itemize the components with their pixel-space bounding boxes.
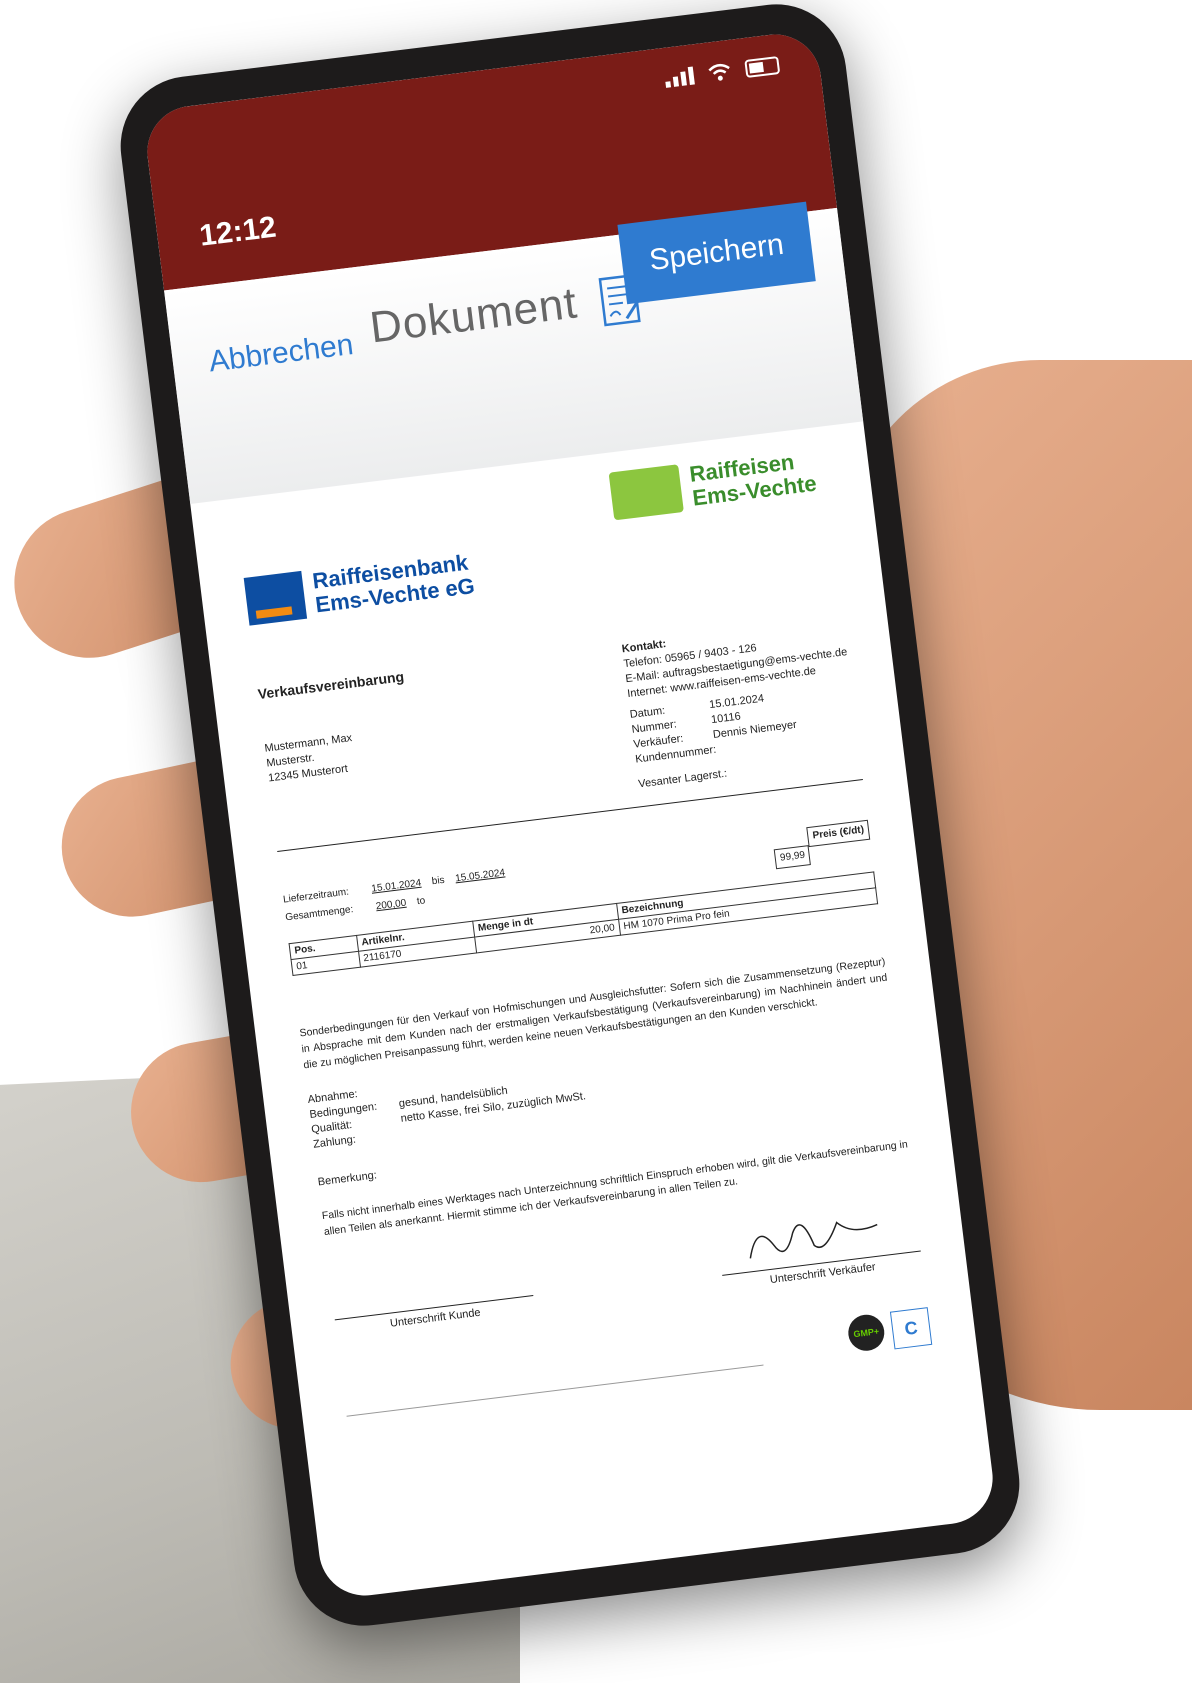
raiffeisen-logo-mark — [608, 464, 685, 521]
period-from: 15.01.2024 — [370, 877, 422, 895]
raiffeisenbank-logo-mark — [243, 570, 308, 626]
document-heading: Verkaufsvereinbarung — [256, 668, 405, 703]
raiffeisenbank-logo: Raiffeisenbank Ems-Vechte eG — [243, 550, 476, 626]
phone-screen: 12:12 Abbrechen Dokument Speichern Raiff… — [142, 29, 998, 1601]
recipient-address: Verkaufsvereinbarung Mustermann, Max Mus… — [256, 668, 421, 837]
battery-icon — [744, 55, 781, 78]
status-time: 12:12 — [197, 210, 278, 253]
customer-signature-line: Unterschrift Kunde — [334, 1295, 536, 1340]
document-page: Raiffeisenbank Ems-Vechte eG Raiffeisen … — [190, 421, 978, 1442]
price-value: 99,99 — [773, 845, 812, 870]
certification-badges: GMP+ C — [846, 1307, 933, 1355]
quantity-unit: to — [416, 895, 426, 908]
wifi-icon — [708, 63, 730, 81]
signal-icon — [664, 66, 695, 88]
period-to: 15.05.2024 — [454, 867, 506, 885]
cancel-button[interactable]: Abbrechen — [207, 328, 355, 379]
raiffeisen-logo: Raiffeisen Ems-Vechte — [608, 448, 818, 521]
page-title: Dokument — [367, 278, 581, 353]
contact-block: Kontakt: Telefon: 05965 / 9403 - 126 E-M… — [621, 615, 861, 792]
status-icons — [664, 55, 781, 88]
number-value: 10116 — [710, 710, 742, 727]
footer-rule — [346, 1364, 764, 1417]
gmp-badge: GMP+ — [846, 1312, 887, 1353]
quantity-value: 200,00 — [375, 897, 407, 913]
period-bis: bis — [431, 874, 446, 888]
qs-badge-icon: C — [889, 1307, 933, 1350]
